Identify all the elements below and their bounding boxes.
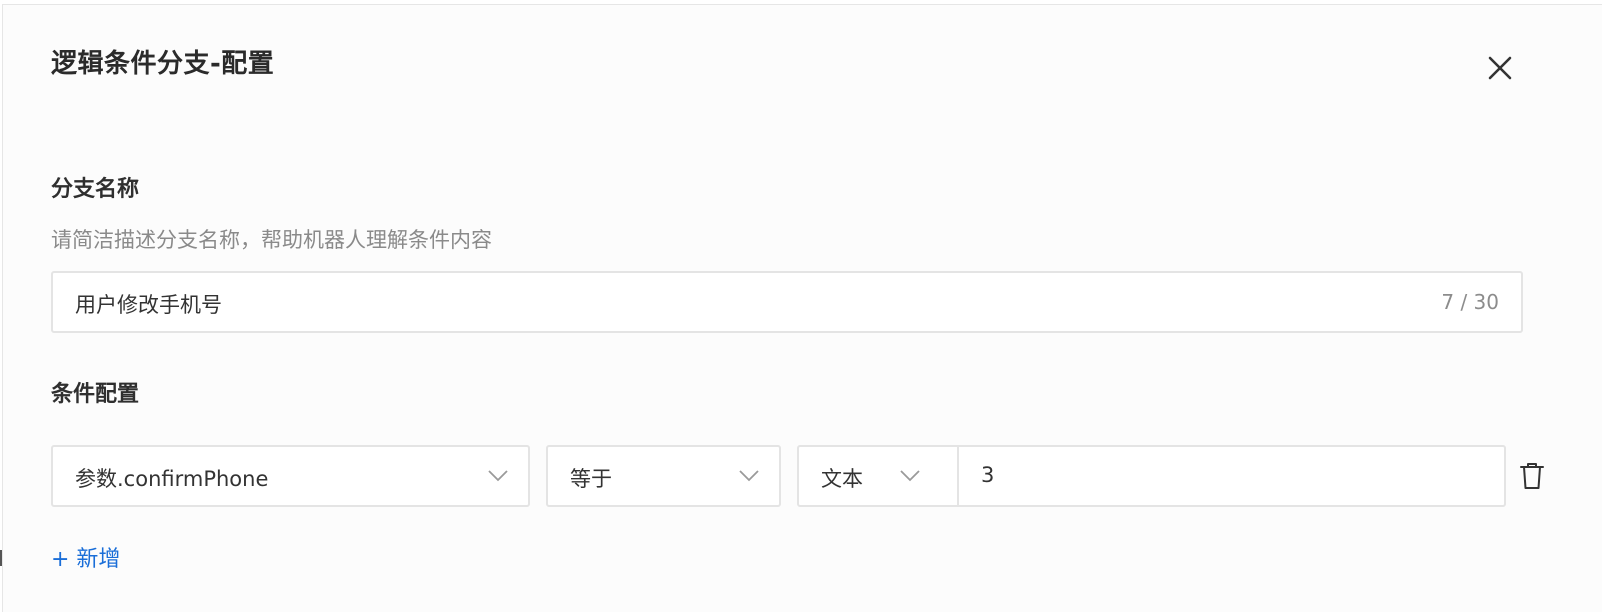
branch-name-label: 分支名称 — [51, 177, 140, 202]
chevron-down-icon — [900, 470, 920, 482]
param-select[interactable]: 参数.confirmPhone — [51, 445, 530, 507]
condition-value-input[interactable]: 3 — [957, 445, 1506, 507]
branch-name-hint: 请简洁描述分支名称，帮助机器人理解条件内容 — [51, 228, 492, 252]
close-icon[interactable] — [1483, 51, 1517, 85]
char-counter: 7 / 30 — [1441, 290, 1499, 314]
condition-config-label: 条件配置 — [51, 382, 140, 407]
operator-select-value: 等于 — [570, 467, 612, 491]
operator-select[interactable]: 等于 — [546, 445, 781, 507]
condition-value: 3 — [981, 463, 995, 487]
value-type-select-value: 文本 — [821, 467, 863, 491]
branch-config-dialog: 逻辑条件分支-配置 分支名称 请简洁描述分支名称，帮助机器人理解条件内容 用户修… — [2, 4, 1602, 612]
chevron-down-icon — [739, 470, 759, 482]
dialog-title: 逻辑条件分支-配置 — [51, 49, 275, 79]
add-condition-button[interactable]: + 新增 — [51, 541, 120, 573]
param-select-value: 参数.confirmPhone — [75, 467, 269, 491]
trash-icon[interactable] — [1519, 461, 1545, 491]
branch-name-value: 用户修改手机号 — [75, 293, 222, 317]
value-type-select[interactable]: 文本 — [797, 445, 959, 507]
chevron-down-icon — [488, 470, 508, 482]
branch-name-input[interactable]: 用户修改手机号 7 / 30 — [51, 271, 1523, 333]
